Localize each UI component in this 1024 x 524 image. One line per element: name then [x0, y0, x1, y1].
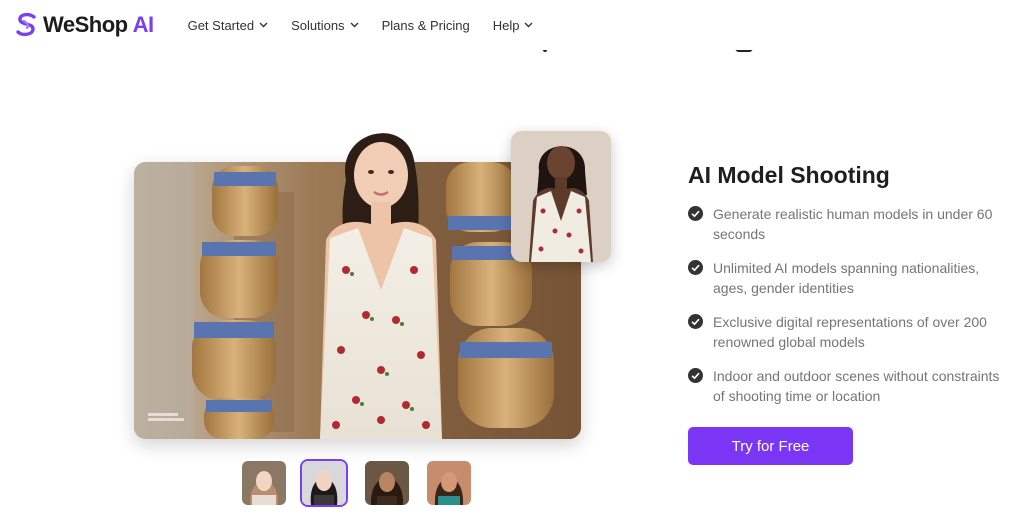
reference-model-image — [511, 131, 611, 262]
nav-plans-pricing[interactable]: Plans & Pricing — [382, 18, 470, 33]
chevron-down-icon — [524, 22, 533, 28]
nav-label: Plans & Pricing — [381, 17, 470, 33]
feature-title: AI Model Shooting — [688, 162, 890, 188]
feature-item-text: Generate realistic human models in under… — [713, 206, 993, 242]
check-circle-icon — [688, 206, 703, 221]
nav-label: Help — [492, 17, 520, 33]
heading-glyph-fragment — [543, 50, 547, 52]
check-circle-icon — [688, 260, 703, 275]
thumbnail-model-4[interactable] — [425, 459, 473, 507]
thumbnail-model-3[interactable] — [363, 459, 411, 507]
top-navbar: WeShop AI Get Started Solutions Plans & P… — [0, 0, 1024, 50]
main-nav: Get Started Solutions Plans & Pricing He… — [188, 18, 557, 33]
watermark-icon — [148, 413, 184, 421]
chevron-down-icon — [350, 22, 359, 28]
reference-model-photo-icon — [511, 131, 611, 262]
check-circle-icon — [688, 368, 703, 383]
heading-glyph-fragment — [735, 50, 753, 52]
model-thumb-icon — [302, 461, 346, 505]
logo[interactable]: WeShop AI — [13, 0, 154, 50]
thumbnail-model-2[interactable] — [300, 459, 348, 507]
feature-item-text: Unlimited AI models spanning nationaliti… — [713, 260, 980, 296]
nav-solutions[interactable]: Solutions — [291, 17, 359, 33]
check-circle-icon — [688, 314, 703, 329]
weshop-logo-icon — [16, 12, 36, 37]
model-thumb-icon — [365, 461, 409, 505]
scrolled-heading-remnant — [0, 50, 1024, 60]
feature-item: Indoor and outdoor scenes without constr… — [688, 366, 1008, 406]
model-thumb-icon — [427, 461, 471, 505]
chevron-down-icon — [259, 22, 268, 28]
logo-text: WeShop AI — [43, 12, 154, 37]
nav-label: Solutions — [291, 17, 345, 33]
feature-item: Unlimited AI models spanning nationaliti… — [688, 258, 1008, 298]
thumbnail-model-1[interactable] — [240, 459, 288, 507]
model-thumb-icon — [242, 461, 286, 505]
nav-label: Get Started — [187, 17, 255, 33]
page: WeShop AI Get Started Solutions Plans & P… — [0, 0, 1024, 524]
feature-item: Exclusive digital representations of ove… — [688, 312, 1008, 352]
feature-item: Generate realistic human models in under… — [688, 204, 1008, 244]
try-for-free-button[interactable]: Try for Free — [688, 427, 853, 465]
nav-get-started[interactable]: Get Started — [188, 18, 268, 33]
feature-item-text: Exclusive digital representations of ove… — [713, 314, 987, 350]
feature-item-text: Indoor and outdoor scenes without constr… — [713, 368, 1000, 404]
nav-help[interactable]: Help — [493, 18, 534, 33]
